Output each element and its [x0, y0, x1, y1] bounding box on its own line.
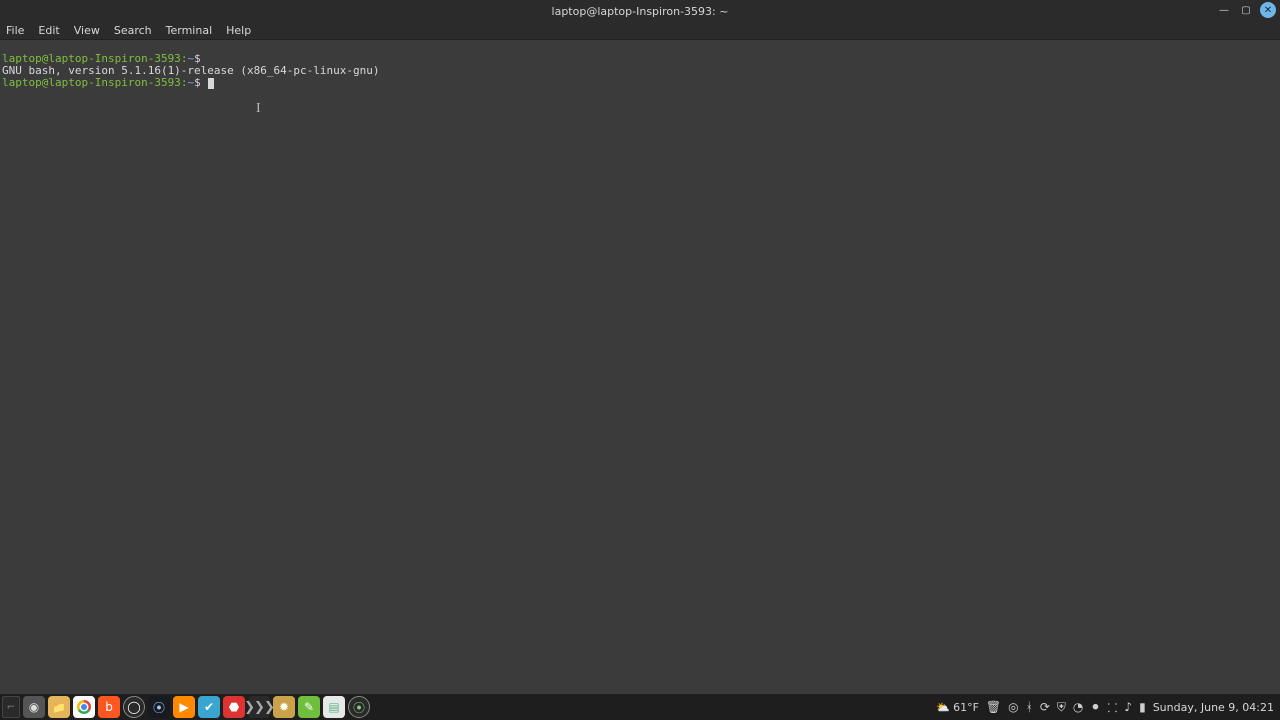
shield-icon[interactable]: ⛨: [1057, 700, 1066, 715]
show-desktop-button[interactable]: ⌐: [2, 696, 20, 718]
menu-terminal[interactable]: Terminal: [166, 24, 213, 37]
clock-applet[interactable]: Sunday, June 9, 04:21: [1153, 701, 1274, 714]
minimize-button[interactable]: —: [1216, 2, 1232, 18]
taskbar: ⌐ ◉ 📁 b ◯ ⦿ ▶ ✔ ⬣ ❯❯❯ ✹ ✎ ▤ ⦿ ⛅ 61°F 🗑 ◎…: [0, 694, 1280, 720]
bluetooth-icon[interactable]: ᚼ: [1026, 700, 1033, 714]
window-title: laptop@laptop-Inspiron-3593: ~: [0, 5, 1280, 18]
prompt-symbol-2: $: [194, 76, 201, 89]
menu-file[interactable]: File: [6, 24, 24, 37]
settings-icon[interactable]: ✹: [273, 696, 295, 718]
updates-icon[interactable]: ⟳: [1040, 700, 1050, 714]
window-controls: — ▢ ✕: [1216, 2, 1276, 18]
system-monitor-icon[interactable]: ◉: [23, 696, 45, 718]
tray-icon-8[interactable]: ⚫: [1090, 700, 1100, 714]
menu-search[interactable]: Search: [114, 24, 152, 37]
maximize-button[interactable]: ▢: [1238, 2, 1254, 18]
text-editor-icon[interactable]: ▤: [323, 696, 345, 718]
firewall-icon[interactable]: ◔: [1073, 700, 1083, 714]
app-icon-9[interactable]: ⬣: [223, 696, 245, 718]
menu-help[interactable]: Help: [226, 24, 251, 37]
menu-edit[interactable]: Edit: [38, 24, 59, 37]
app-icon-12[interactable]: ✎: [298, 696, 320, 718]
weather-icon: ⛅: [936, 701, 950, 714]
audio-icon[interactable]: ♪: [1124, 700, 1132, 714]
mint-menu-icon[interactable]: ⦿: [348, 696, 370, 718]
taskbar-left: ⌐ ◉ 📁 b ◯ ⦿ ▶ ✔ ⬣ ❯❯❯ ✹ ✎ ▤ ⦿: [0, 696, 370, 718]
trash-icon[interactable]: 🗑: [986, 700, 1001, 714]
text-cursor-ibeam-icon: I: [256, 102, 264, 116]
app-icon-8[interactable]: ✔: [198, 696, 220, 718]
network-icon[interactable]: ⸬: [1107, 699, 1117, 716]
file-manager-icon[interactable]: 📁: [48, 696, 70, 718]
weather-applet[interactable]: ⛅ 61°F: [936, 701, 979, 714]
window-titlebar: laptop@laptop-Inspiron-3593: ~ — ▢ ✕: [0, 0, 1280, 22]
taskbar-right: ⛅ 61°F 🗑 ◎ ᚼ ⟳ ⛨ ◔ ⚫ ⸬ ♪ ▮ Sunday, June …: [936, 699, 1274, 716]
steam-icon[interactable]: ⦿: [148, 696, 170, 718]
menu-view[interactable]: View: [74, 24, 100, 37]
terminal-cursor: [208, 78, 214, 89]
close-button[interactable]: ✕: [1260, 2, 1276, 18]
terminal-area[interactable]: laptop@laptop-Inspiron-3593:~$ GNU bash,…: [0, 40, 1280, 694]
app-icon-5[interactable]: ◯: [123, 696, 145, 718]
video-editor-icon[interactable]: ❯❯❯: [248, 696, 270, 718]
weather-temperature: 61°F: [953, 701, 979, 714]
prompt-user-2: laptop@laptop-Inspiron-3593: [2, 76, 181, 89]
media-player-icon[interactable]: ▶: [173, 696, 195, 718]
chrome-icon[interactable]: [73, 696, 95, 718]
menu-bar: File Edit View Search Terminal Help: [0, 22, 1280, 40]
battery-icon[interactable]: ▮: [1139, 700, 1146, 714]
obs-tray-icon[interactable]: ◎: [1008, 700, 1018, 714]
brave-icon[interactable]: b: [98, 696, 120, 718]
